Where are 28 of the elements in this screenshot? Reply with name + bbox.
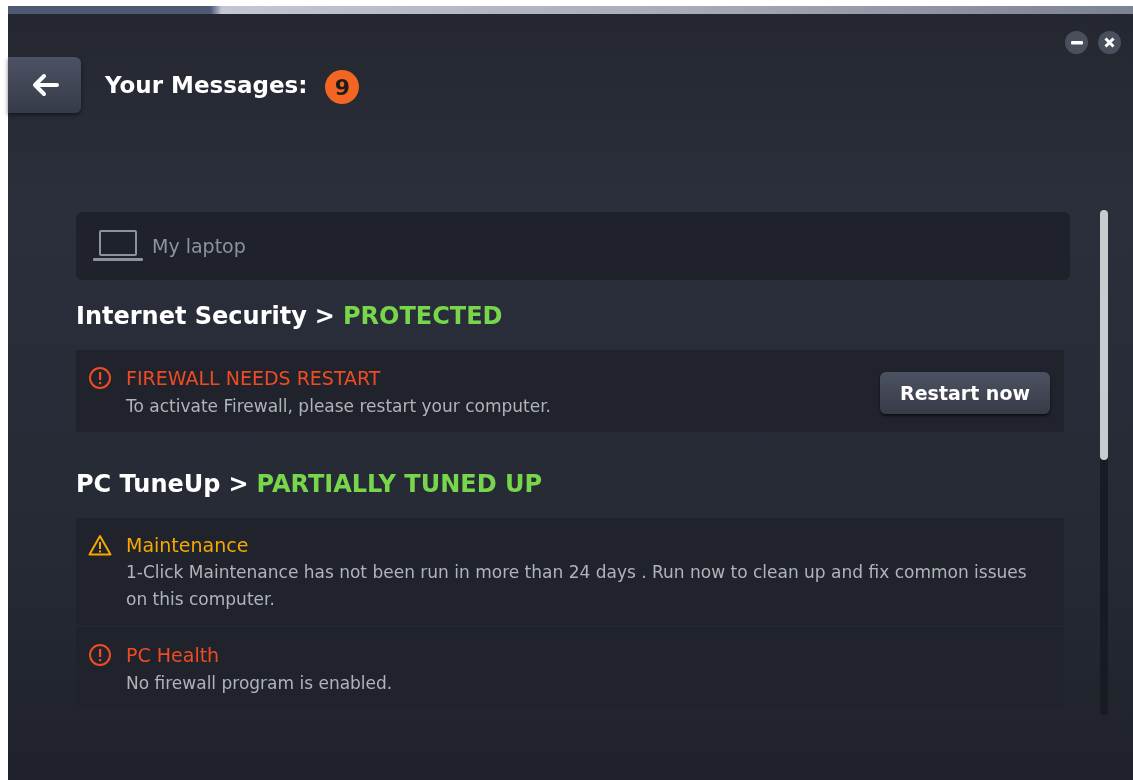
alert-icon xyxy=(88,366,112,390)
section-status: PARTIALLY TUNED UP xyxy=(256,470,543,498)
back-arrow-icon xyxy=(30,73,59,97)
laptop-icon xyxy=(92,229,144,263)
separator: > xyxy=(314,302,335,330)
device-name: My laptop xyxy=(152,235,246,257)
message-text: To activate Firewall, please restart your computer. xyxy=(125,395,553,418)
scrollbar[interactable] xyxy=(1100,210,1108,715)
message-text: No firewall program is enabled. xyxy=(125,672,394,695)
page-title: Your Messages: xyxy=(105,72,308,98)
message-title: FIREWALL NEEDS RESTART xyxy=(126,367,381,389)
restart-button[interactable]: Restart now xyxy=(880,372,1050,414)
close-icon xyxy=(1104,37,1115,48)
warning-icon xyxy=(88,534,112,556)
message-count: 9 xyxy=(325,70,360,104)
message-text: 1-Click Maintenance has not been run in more than 24 days . Run now to clean up and fix common issues on this computer. xyxy=(125,561,1028,611)
message-title: Maintenance xyxy=(126,534,249,556)
message-title: PC Health xyxy=(126,644,220,666)
separator: > xyxy=(228,470,249,498)
section-title: PC TuneUp xyxy=(76,470,221,498)
minimize-button[interactable] xyxy=(1065,31,1088,54)
minus-icon xyxy=(1070,40,1083,45)
back-button[interactable] xyxy=(8,57,81,113)
section-title: Internet Security xyxy=(76,302,307,330)
close-button[interactable] xyxy=(1098,31,1121,54)
alert-icon xyxy=(88,643,112,667)
section-status: PROTECTED xyxy=(342,302,503,330)
scrollbar-thumb[interactable] xyxy=(1100,210,1108,460)
